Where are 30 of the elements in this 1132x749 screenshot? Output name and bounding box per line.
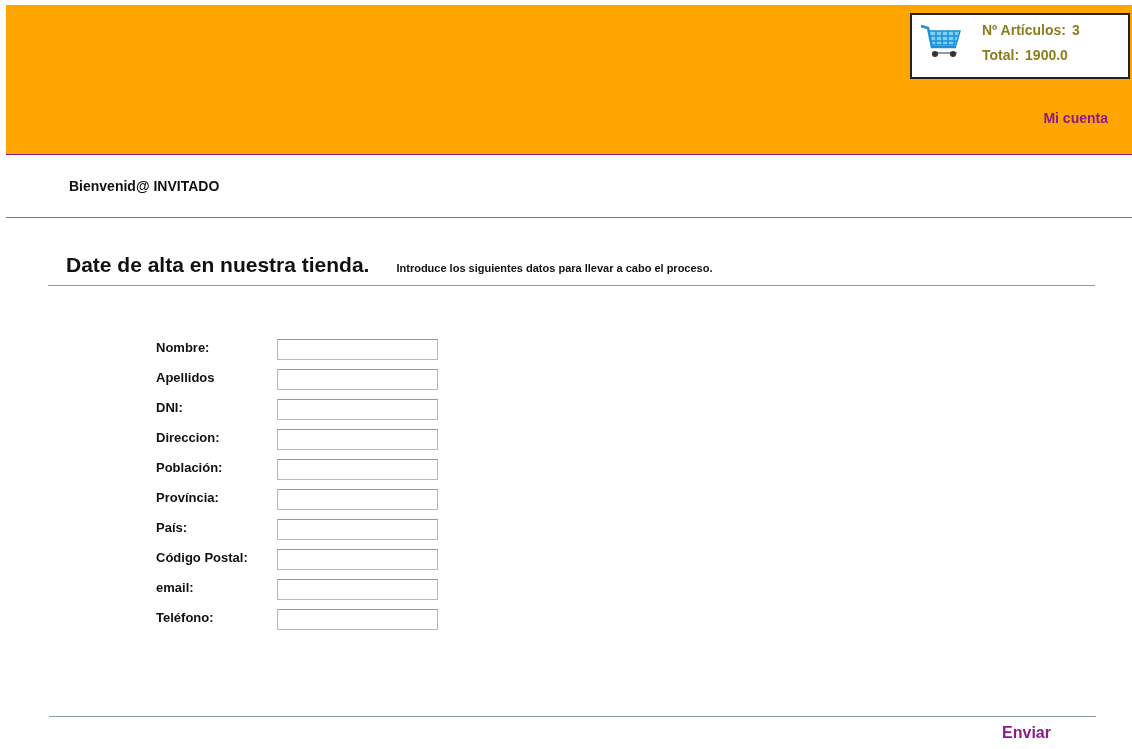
welcome-text: Bienvenid@ INVITADO	[69, 178, 220, 194]
input-field[interactable]	[277, 339, 438, 360]
field-label: País:	[156, 520, 189, 535]
input-field[interactable]	[277, 429, 438, 450]
field-label: Población:	[156, 460, 224, 475]
input-field[interactable]	[277, 399, 438, 420]
items-count: 3	[1071, 22, 1080, 38]
input-field[interactable]	[277, 369, 438, 390]
field-label: Teléfono:	[156, 610, 215, 625]
input-field[interactable]	[277, 609, 438, 630]
field-label: Província:	[156, 490, 220, 505]
field-label: email:	[156, 580, 195, 595]
total-value: 1900.0	[1025, 47, 1068, 63]
items-label: Nº Artículos:	[982, 22, 1066, 38]
total-label: Total:	[982, 47, 1020, 63]
field-label: Apellidos	[156, 370, 216, 385]
field-label: Direccion:	[156, 430, 221, 445]
page-subtitle: Introduce los siguientes datos para llevar a cabo el proceso.	[396, 262, 713, 274]
input-field[interactable]	[277, 549, 438, 570]
submit-link[interactable]: Enviar	[1002, 724, 1051, 742]
input-field[interactable]	[277, 579, 438, 600]
input-field[interactable]	[277, 489, 438, 510]
input-field[interactable]	[277, 519, 438, 540]
account-link[interactable]: Mi cuenta	[1043, 110, 1108, 126]
field-label: Código Postal:	[156, 550, 249, 565]
field-label: Nombre:	[156, 340, 211, 355]
shopping-cart-icon	[920, 23, 964, 59]
page-title: Date de alta en nuestra tienda.	[66, 253, 370, 277]
input-field[interactable]	[277, 459, 438, 480]
field-label: DNI:	[156, 400, 184, 415]
